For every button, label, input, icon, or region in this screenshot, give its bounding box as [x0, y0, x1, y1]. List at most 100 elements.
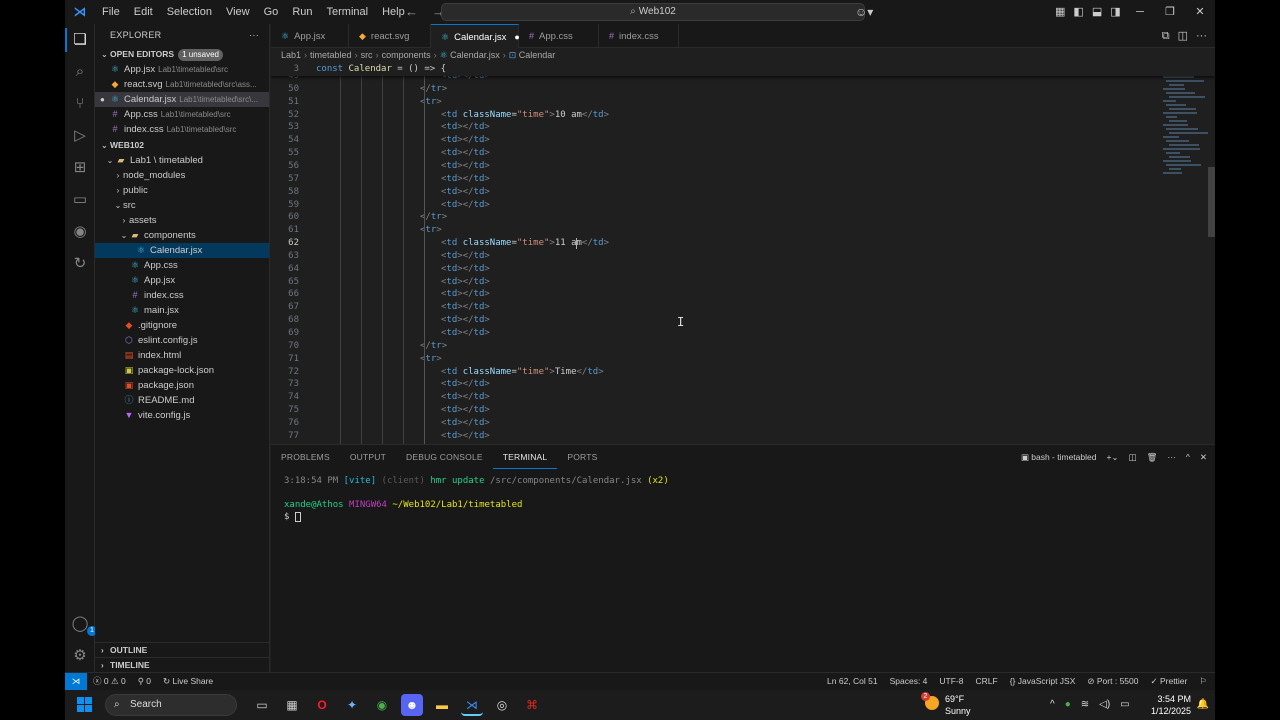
toggle-secondary-sidebar-icon[interactable]: ◨ [1110, 0, 1120, 24]
tab-ports[interactable]: PORTS [557, 445, 607, 469]
tree-folder[interactable]: ⌄ src [95, 198, 269, 213]
tree-file[interactable]: ▼ vite.config.js [95, 408, 269, 423]
search-icon[interactable]: ⌕ [70, 62, 90, 82]
live-server-status[interactable]: ⊘ Port : 5500 [1087, 673, 1138, 690]
breadcrumb-item[interactable]: src [361, 50, 373, 60]
accounts-icon[interactable]: ◯ 1 [70, 614, 97, 636]
maximize-panel-icon[interactable]: ^ [1186, 445, 1190, 469]
split-editor-icon[interactable]: ◫ [1178, 24, 1188, 48]
close-panel-icon[interactable]: ✕ [1200, 445, 1207, 469]
run-debug-icon[interactable]: ▷ [70, 126, 90, 146]
open-editor-item[interactable]: # App.css Lab1\timetabled\src [95, 107, 269, 122]
cursor-position[interactable]: Ln 62, Col 51 [827, 673, 878, 690]
tree-folder[interactable]: › assets [95, 213, 269, 228]
tab-output[interactable]: OUTPUT [340, 445, 396, 469]
remote-explorer-icon[interactable]: ▭ [70, 190, 90, 210]
ports-status[interactable]: ⚲ 0 [138, 673, 151, 690]
more-actions-icon[interactable]: ··· [1167, 445, 1176, 469]
menu-go[interactable]: Go [257, 0, 286, 24]
command-center[interactable]: ⌕ Web102 [441, 3, 865, 21]
breadcrumb-item[interactable]: Calendar.jsx [450, 50, 500, 60]
encoding[interactable]: UTF-8 [939, 673, 963, 690]
acrobat-icon[interactable]: ⌘ [521, 694, 543, 716]
taskbar-clock[interactable]: 3:54 PM 1/12/2025 [1151, 693, 1191, 717]
maximize-icon[interactable]: ❐ [1155, 0, 1185, 24]
tree-file[interactable]: ◆ .gitignore [95, 318, 269, 333]
language-mode[interactable]: {} JavaScript JSX [1010, 673, 1076, 690]
tab-react-svg[interactable]: ◆ react.svg [349, 24, 431, 48]
menu-run[interactable]: Run [285, 0, 319, 24]
chevron-up-icon[interactable]: ^ [1050, 690, 1055, 720]
github-icon[interactable]: ◉ [70, 222, 90, 242]
open-editor-item[interactable]: ⚛ App.jsx Lab1\timetabled\src [95, 62, 269, 77]
more-actions-icon[interactable]: ··· [249, 24, 259, 46]
tab-problems[interactable]: PROBLEMS [271, 445, 340, 469]
task-view-icon[interactable]: ▭ [251, 694, 273, 716]
terminal-selector[interactable]: ▣ bash - timetabled [1021, 445, 1097, 469]
indentation[interactable]: Spaces: 4 [890, 673, 928, 690]
open-editor-item[interactable]: ◆ react.svg Lab1\timetabled\src\ass... [95, 77, 269, 92]
tab-terminal[interactable]: TERMINAL [492, 445, 558, 469]
wifi-icon[interactable]: ≋ [1081, 690, 1089, 720]
file-explorer-icon[interactable]: ▬ [431, 694, 453, 716]
github-desktop-icon[interactable]: ◎ [491, 694, 513, 716]
tree-file[interactable]: ▤ index.html [95, 348, 269, 363]
back-arrow-icon[interactable]: ← [405, 0, 418, 24]
tree-folder[interactable]: › node_modules [95, 168, 269, 183]
tab-calendar-jsx[interactable]: ⚛ Calendar.jsx ● [431, 24, 520, 48]
customize-layout-icon[interactable]: ▦ [1055, 0, 1065, 24]
tree-file[interactable]: ⚛ App.css [95, 258, 269, 273]
new-terminal-icon[interactable]: +⌄ [1106, 445, 1118, 469]
copilot-icon[interactable]: ☺▾ [855, 0, 873, 24]
open-editors-section[interactable]: ⌄ OPEN EDITORS 1 unsaved [95, 46, 269, 62]
tree-file[interactable]: ▣ package-lock.json [95, 363, 269, 378]
tree-file[interactable]: ⚛ main.jsx [95, 303, 269, 318]
volume-icon[interactable]: ◁) [1099, 690, 1110, 720]
line-ending[interactable]: CRLF [976, 673, 998, 690]
code-editor[interactable]: 3 const Calendar = () => { 49 <td></td> 50… [271, 62, 1215, 444]
menu-view[interactable]: View [219, 0, 257, 24]
minimap[interactable] [1155, 62, 1208, 192]
vscode-taskbar-icon[interactable]: ⋊ [461, 694, 483, 716]
explorer-icon[interactable]: ❏ [70, 30, 90, 50]
tree-folder[interactable]: ⌄ ▰ Lab1 \ timetabled [95, 153, 269, 168]
menu-edit[interactable]: Edit [127, 0, 160, 24]
taskbar-search[interactable]: ⌕ Search [105, 694, 237, 716]
tab-index-css[interactable]: # index.css [599, 24, 679, 48]
open-preview-icon[interactable]: ⧉ [1162, 24, 1170, 48]
store-icon[interactable]: ▦ [281, 694, 303, 716]
remote-indicator-icon[interactable]: ⋊ [65, 673, 87, 690]
toggle-panel-icon[interactable]: ⬓ [1092, 0, 1102, 24]
tree-file[interactable]: ⓘ README.md [95, 393, 269, 408]
battery-icon[interactable]: ▭ [1120, 690, 1129, 720]
close-icon[interactable]: ✕ [1185, 0, 1215, 24]
menu-terminal[interactable]: Terminal [320, 0, 376, 24]
prettier-status[interactable]: ✓ Prettier [1150, 673, 1187, 690]
trash-icon[interactable]: 🗑 [1147, 445, 1158, 469]
terminal-output[interactable]: 3:18:54 PM [vite] (client) hmr update /s… [284, 475, 669, 523]
tab-debug-console[interactable]: DEBUG CONSOLE [396, 445, 493, 469]
windows-start-icon[interactable] [77, 697, 93, 713]
more-actions-icon[interactable]: ··· [1196, 24, 1207, 48]
problems-status[interactable]: ⓧ 0 ⚠ 0 [93, 673, 126, 690]
breadcrumb-item[interactable]: timetabled [310, 50, 352, 60]
tab-app-jsx[interactable]: ⚛ App.jsx [271, 24, 349, 48]
menu-file[interactable]: File [95, 0, 127, 24]
breadcrumb-item[interactable]: Calendar [519, 50, 556, 60]
weather-widget[interactable]: 2 69°F Sunny [921, 692, 971, 717]
copilot-app-icon[interactable]: ✦ [341, 694, 363, 716]
chrome-icon[interactable]: ◉ [371, 694, 393, 716]
tree-folder[interactable]: ⌄ ▰ components [95, 228, 269, 243]
opera-icon[interactable]: O [311, 694, 333, 716]
tree-file-selected[interactable]: ⚛ Calendar.jsx [95, 243, 269, 258]
gear-icon[interactable]: ⚙ [70, 646, 90, 666]
tab-app-css[interactable]: # App.css [519, 24, 599, 48]
menu-selection[interactable]: Selection [160, 0, 219, 24]
editor-scrollbar[interactable] [1208, 167, 1215, 237]
notification-bell-icon[interactable]: 🔔 [1197, 690, 1209, 720]
tree-file[interactable]: ▣ package.json [95, 378, 269, 393]
notifications-icon[interactable]: ⚐ [1199, 673, 1207, 690]
tree-folder[interactable]: › public [95, 183, 269, 198]
live-share-icon[interactable]: ↻ [70, 254, 90, 274]
minimize-icon[interactable]: ─ [1125, 0, 1155, 24]
